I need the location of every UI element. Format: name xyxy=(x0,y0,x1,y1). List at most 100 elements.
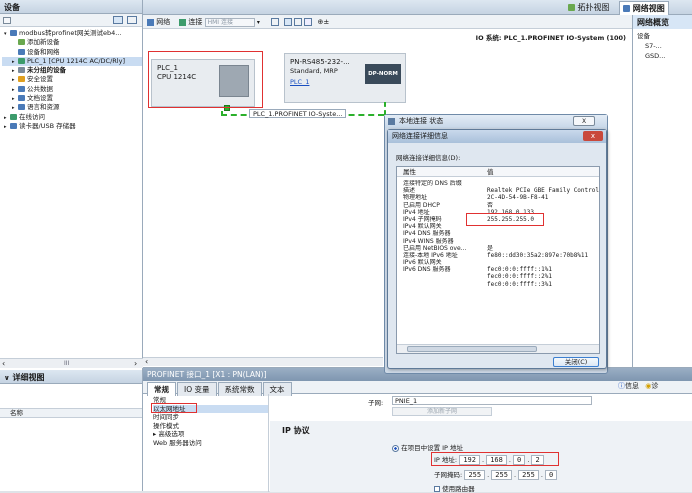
info-icon: ⓘ xyxy=(618,382,625,390)
add-subnet-button[interactable]: 添加新子网 xyxy=(392,407,492,416)
topology-view-tab[interactable]: 拓扑视图 xyxy=(568,2,610,13)
subnet-select[interactable]: PNIE_1 xyxy=(392,396,592,405)
mask-octet-2[interactable]: 255 xyxy=(491,470,512,480)
gateway-io-controller-link[interactable]: PLC_1 xyxy=(290,78,309,86)
connect-button[interactable]: 连接 xyxy=(179,18,202,26)
tree-node-icon xyxy=(10,30,17,36)
network-view-tab[interactable]: 网络视图 xyxy=(619,1,669,16)
tree-node-icon xyxy=(18,104,25,111)
property-name: IPv6 DNS 服务器 xyxy=(403,266,451,274)
overview-item[interactable]: 设备 xyxy=(637,31,688,41)
set-ip-radio[interactable]: 在项目中设置 IP 地址 xyxy=(392,442,463,452)
property-name: 连接-本地 IPv6 地址 xyxy=(403,251,458,259)
scroll-right-icon[interactable]: › xyxy=(134,359,137,368)
diagnostics-tab[interactable]: ◉诊 xyxy=(645,382,658,390)
network-list-icon[interactable] xyxy=(3,17,11,24)
property-row[interactable]: IPv4 DNS 服务器 xyxy=(403,230,599,237)
profinet-label[interactable]: PLC_1.PROFINET IO-Syste... xyxy=(249,109,347,118)
details-list[interactable]: 属性 值 连接特定的 DNS 后缀 描述 Realtek PCIe GBE Famil… xyxy=(396,166,600,354)
overview-item[interactable]: GSD... xyxy=(637,51,688,61)
tree-node-icon xyxy=(18,95,25,102)
property-value: fec0:0:0:ffff::1%1 xyxy=(487,266,553,274)
gateway-device[interactable]: PN-RS485-232-... Standard, MRP PLC_1 DP-… xyxy=(284,53,406,103)
tree-item[interactable]: ▸ 读卡器/USB 存储器 xyxy=(2,122,142,131)
gateway-name: PN-RS485-232-... xyxy=(290,58,350,66)
gateway-module: DP-NORM xyxy=(365,64,401,84)
tree-item[interactable]: ▸ 未分组的设备 xyxy=(2,66,142,75)
zoom-icon[interactable]: ⊕± xyxy=(317,18,329,26)
split-view-icon[interactable] xyxy=(127,16,137,24)
property-value: 否 xyxy=(487,201,494,209)
detail-view: ∨ 详细视图 名称 xyxy=(0,370,143,491)
tree-node-icon xyxy=(18,48,25,55)
tree-item[interactable]: ▸ 公共数据 xyxy=(2,85,142,94)
ipv4-address-highlight xyxy=(466,213,544,226)
tree-item[interactable]: ▸ 在线访问 xyxy=(2,113,142,122)
details-close-button[interactable]: 关闭(C) xyxy=(553,357,599,367)
tree-item[interactable]: 设备和网络 xyxy=(2,48,142,57)
property-row[interactable]: 描述 Realtek PCIe GBE Family Controlle xyxy=(403,187,599,194)
property-row[interactable]: 已启用 NetBIOS ove... 是 xyxy=(403,245,599,252)
collapse-icon[interactable]: ∨ xyxy=(4,374,10,382)
ip-protocol-title: IP 协议 xyxy=(282,426,310,435)
tree-item-label: 未分组的设备 xyxy=(27,66,66,75)
property-row[interactable]: fec0:0:0:ffff::3%1 xyxy=(403,281,599,288)
grid-icon[interactable] xyxy=(294,18,303,26)
overview-item[interactable]: S7-... xyxy=(637,41,688,51)
tree-item[interactable]: ▸ 安全设置 xyxy=(2,75,142,84)
canvas-scroll-left-icon[interactable]: ‹ xyxy=(145,357,148,366)
connection-type-select[interactable]: HMI 连接 xyxy=(204,17,255,27)
status-dialog-icon xyxy=(388,118,395,125)
mask-octet-1[interactable]: 255 xyxy=(464,470,486,480)
status-close-button[interactable]: X xyxy=(573,116,595,126)
scroll-left-icon[interactable]: ‹ xyxy=(2,359,5,368)
table-icon[interactable] xyxy=(283,18,292,26)
subnet-mask-row: 子网掩码: 255 . 255 . 255 . 0 xyxy=(434,469,558,480)
property-row[interactable]: fec0:0:0:ffff::2%1 xyxy=(403,273,599,280)
nav-time-sync[interactable]: 时间同步 xyxy=(153,413,268,422)
device-panel: 设备 ▾ modbus转profinet网关测试eb4... 添加新设备 设备和网络 ▸… xyxy=(0,0,143,370)
details-list-header: 属性 值 xyxy=(397,167,599,177)
canvas-horizontal-scrollbar[interactable]: ‹ xyxy=(143,357,383,366)
property-row[interactable]: 已启用 DHCP 否 xyxy=(403,202,599,209)
network-overview: 网络概览 设备 S7-... GSD... xyxy=(632,15,692,367)
details-scrollbar[interactable] xyxy=(397,344,599,353)
tree-item-label: 在线访问 xyxy=(19,112,45,121)
nav-advanced-options[interactable]: ▸ 高级选项 xyxy=(153,430,268,439)
property-row[interactable]: 物理地址 2C-4D-54-9B-F8-41 xyxy=(403,194,599,201)
tree-item-label: 文档设置 xyxy=(27,94,53,103)
tree-node-icon xyxy=(18,67,25,74)
nav-operating-mode[interactable]: 操作模式 xyxy=(153,422,268,431)
info-tab[interactable]: ⓘ信息 xyxy=(618,382,639,390)
network-button[interactable]: 网络 xyxy=(147,18,170,26)
tree-horizontal-scrollbar[interactable]: ‹ III › xyxy=(0,358,143,368)
layout-icon[interactable] xyxy=(304,18,313,26)
scroll-grip[interactable]: III xyxy=(64,360,69,367)
tree-item[interactable]: ▸ 文档设置 xyxy=(2,94,142,103)
grid-view-icon[interactable] xyxy=(113,16,123,24)
property-row[interactable]: 连接特定的 DNS 后缀 xyxy=(403,180,599,187)
tree-item[interactable]: ▾ modbus转profinet网关测试eb4... xyxy=(2,29,142,38)
tree-node-icon xyxy=(18,76,25,83)
details-close-icon[interactable]: x xyxy=(583,131,603,141)
io-system-label: IO 系统: PLC_1.PROFINET IO-System (100) xyxy=(475,34,626,42)
property-row[interactable]: IPv4 WINS 服务器 xyxy=(403,238,599,245)
dropdown-arrow-icon[interactable]: ▾ xyxy=(257,19,260,26)
tree-item[interactable]: ▸ 语言和资源 xyxy=(2,103,142,112)
mask-octet-4[interactable]: 0 xyxy=(545,470,558,480)
tree-node-icon xyxy=(10,122,17,129)
property-row[interactable]: IPv6 DNS 服务器 fec0:0:0:ffff::1%1 xyxy=(403,266,599,273)
property-name: IPv6 默认网关 xyxy=(403,259,442,267)
property-row[interactable]: 连接-本地 IPv6 地址 fe80::dd30:35a2:897e:70b8%1… xyxy=(403,252,599,259)
details-scroll-thumb[interactable] xyxy=(407,346,537,352)
relations-icon[interactable] xyxy=(270,18,279,26)
property-value: Realtek PCIe GBE Family Controlle xyxy=(487,187,599,195)
ethernet-address-highlight xyxy=(151,403,197,413)
tree-item[interactable]: 添加新设备 xyxy=(2,38,142,47)
property-row[interactable]: IPv6 默认网关 xyxy=(403,259,599,266)
property-name: 已启用 NetBIOS ove... xyxy=(403,244,467,252)
tree-item[interactable]: ▸ PLC_1 [CPU 1214C AC/DC/Rly] xyxy=(2,56,142,67)
mask-octet-3[interactable]: 255 xyxy=(518,470,539,480)
nav-web-server-access[interactable]: Web 服务器访问 xyxy=(153,439,268,448)
use-router-checkbox[interactable]: 使用路由器 xyxy=(434,483,475,493)
